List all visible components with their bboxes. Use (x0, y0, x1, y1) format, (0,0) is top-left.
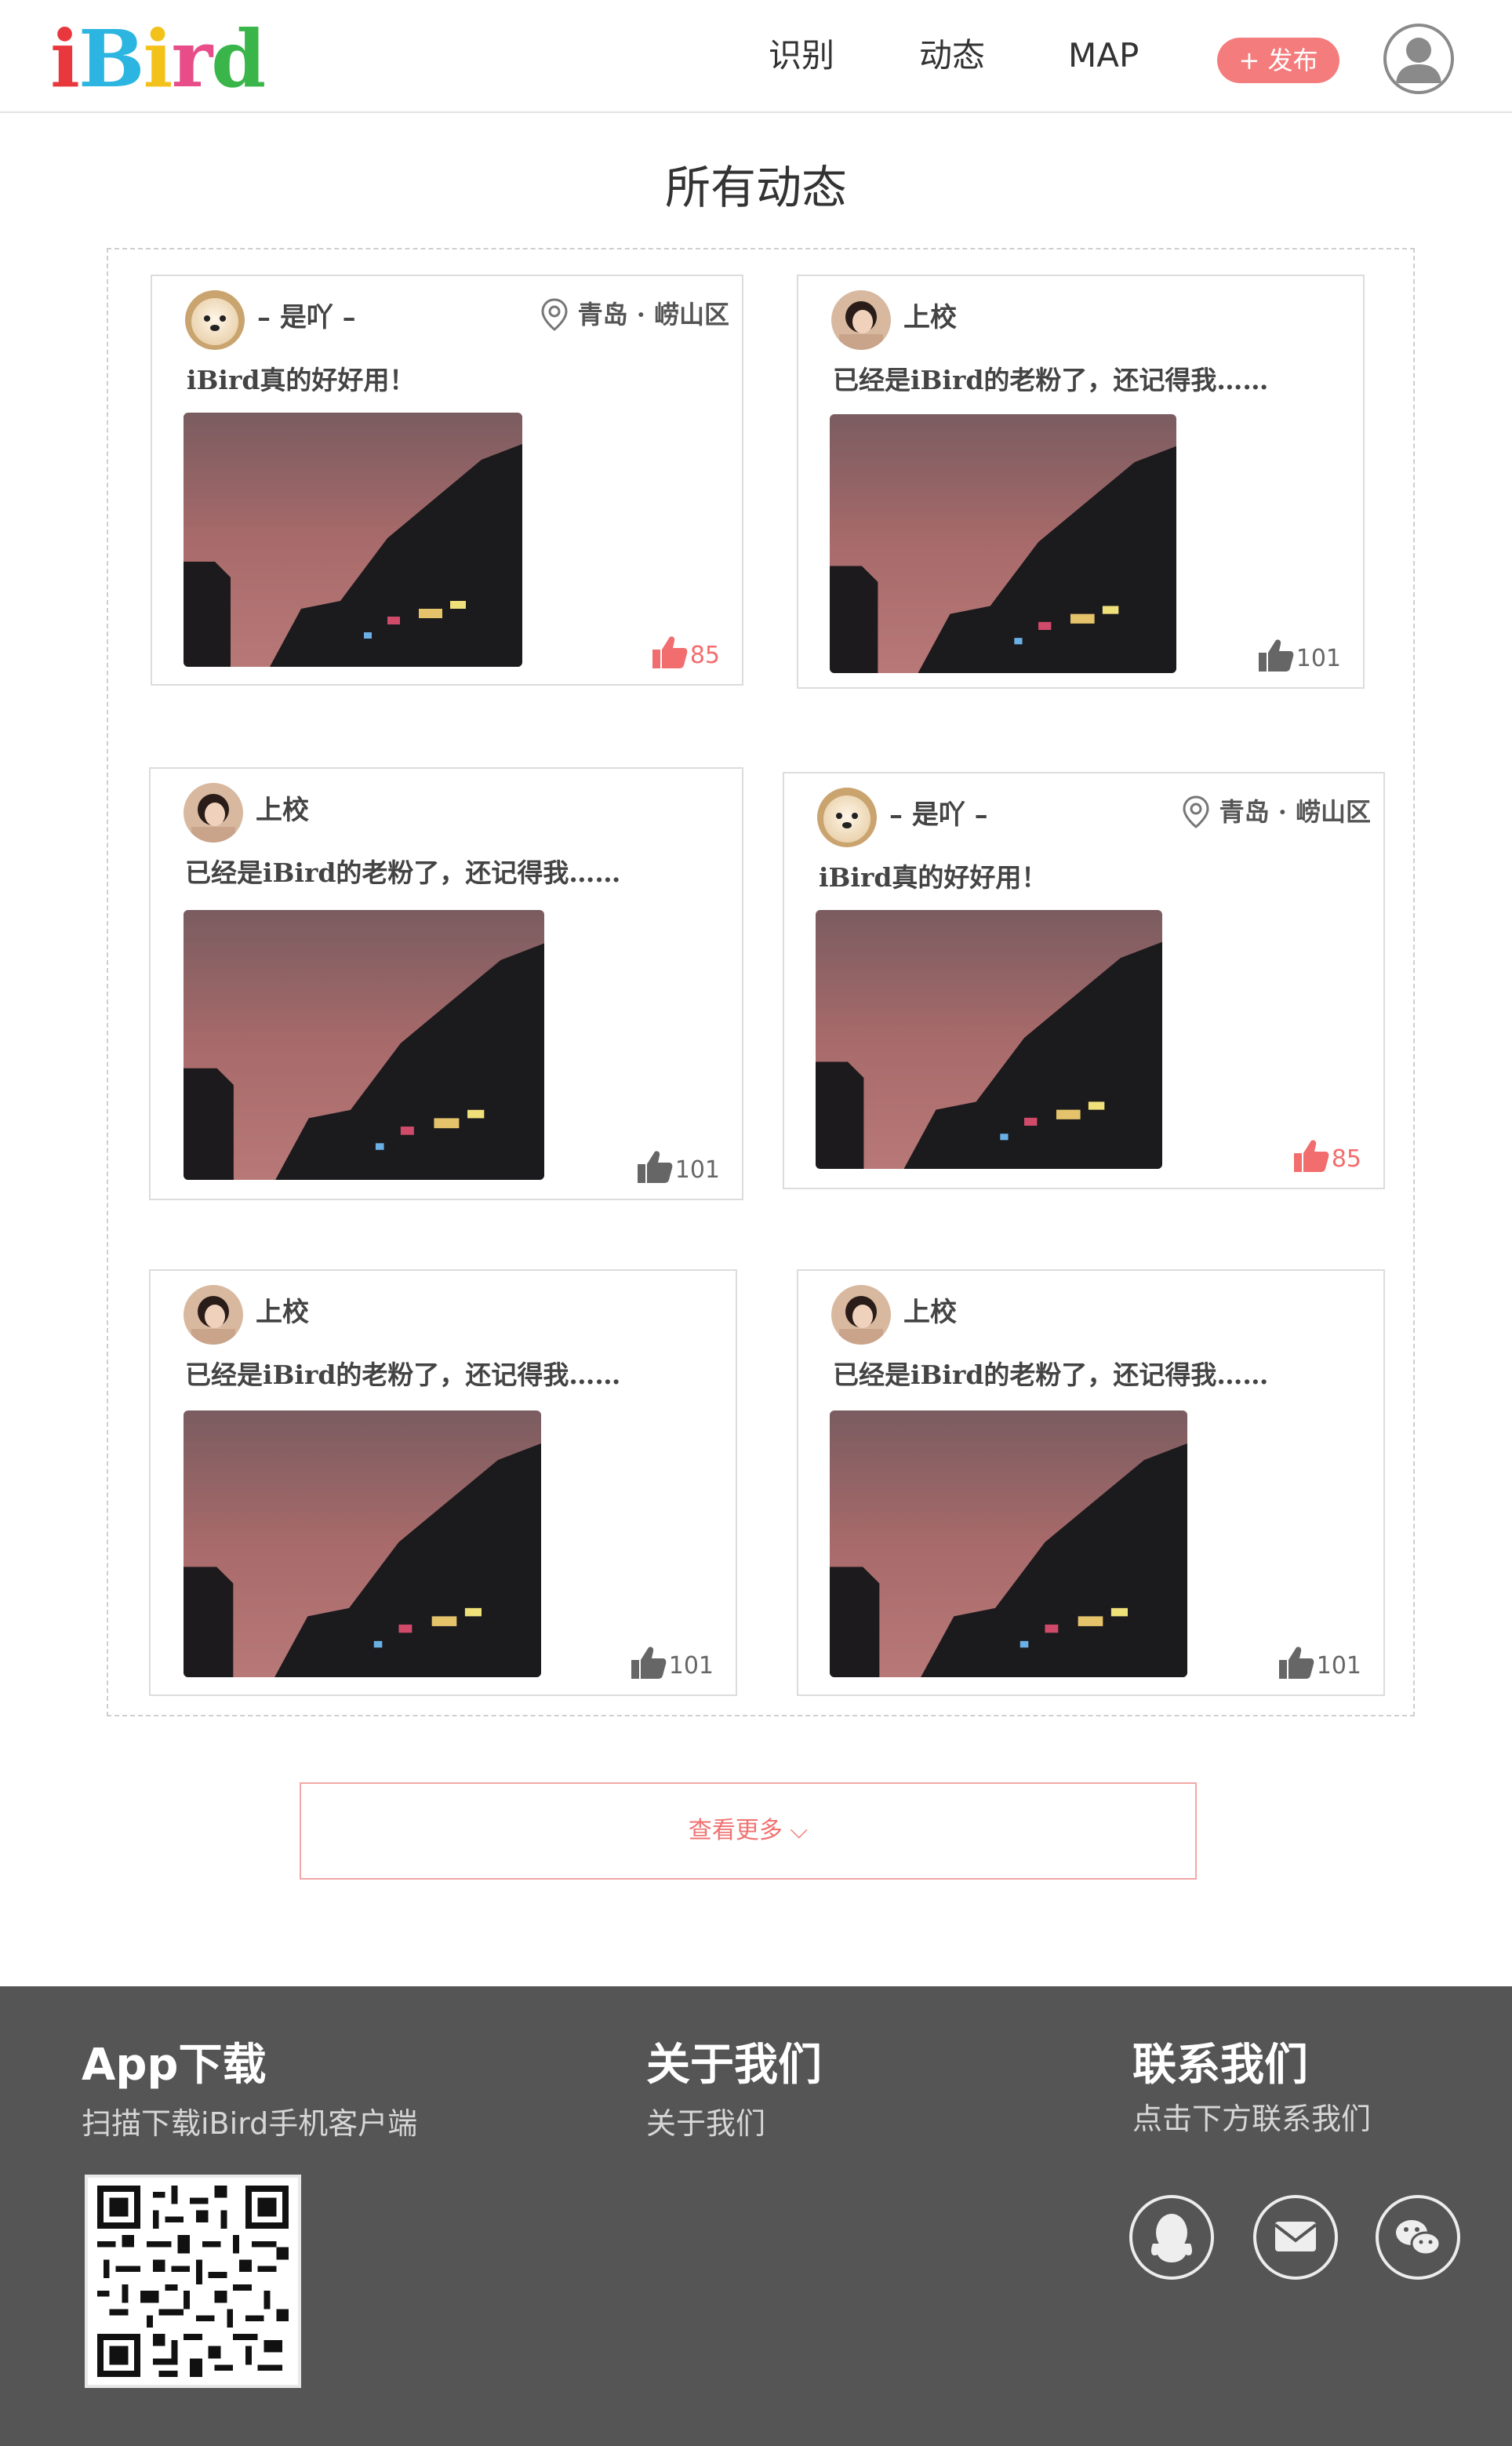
girl-avatar-image (184, 783, 243, 843)
sunset-building-photo (184, 910, 544, 1180)
avatar[interactable] (184, 1285, 243, 1345)
feed-card[interactable]: 上校 已经是iBird的老粉了，还记得我…… 101 (797, 275, 1365, 689)
post-photo[interactable] (816, 910, 1162, 1169)
like-count[interactable]: 101 (1257, 637, 1341, 673)
load-more-button[interactable]: 查看更多 ⌵ (300, 1782, 1197, 1880)
location-text: 青岛 · 崂山区 (577, 300, 729, 329)
user-name[interactable]: 上校 (903, 1294, 957, 1330)
girl-avatar-image (831, 290, 891, 350)
dog-avatar-image (817, 788, 877, 847)
mail-button[interactable] (1253, 2195, 1338, 2280)
thumbs-up-icon (631, 1647, 667, 1679)
location-text: 青岛 · 崂山区 (1219, 797, 1371, 827)
like-count[interactable]: 101 (1278, 1644, 1361, 1680)
location: 青岛 · 崂山区 (539, 297, 729, 333)
like-number: 85 (1331, 1145, 1361, 1173)
sunset-building-photo (184, 1410, 541, 1677)
post-text: 已经是iBird的老粉了，还记得我…… (833, 365, 1269, 395)
logo-letter: i (50, 13, 80, 105)
feed-card[interactable]: – 是吖 – 青岛 · 崂山区 iBird真的好好用！ 85 (783, 772, 1385, 1189)
like-number: 101 (1296, 645, 1341, 672)
about-link[interactable]: 关于我们 (646, 2104, 765, 2143)
nav-map[interactable]: MAP (1068, 36, 1139, 75)
nav-identify[interactable]: 识别 (769, 36, 834, 75)
mail-icon (1274, 2222, 1318, 2251)
qr-code (85, 2175, 301, 2388)
user-icon (1396, 38, 1441, 83)
like-count[interactable]: 101 (630, 1644, 714, 1680)
sunset-building-photo (184, 413, 522, 667)
location-pin-icon (1183, 795, 1209, 828)
app-download-title: App下载 (82, 2040, 267, 2091)
qr-code-icon (97, 2186, 289, 2377)
feed-card[interactable]: – 是吖 – 青岛 · 崂山区 iBird真的好好用！ 85 (151, 275, 743, 686)
avatar[interactable] (184, 783, 243, 843)
avatar[interactable] (831, 290, 891, 350)
ibird-logo[interactable]: iBird (50, 13, 266, 105)
thumbs-up-icon (1293, 1140, 1329, 1172)
feed-card[interactable]: 上校 已经是iBird的老粉了，还记得我…… 101 (149, 767, 743, 1200)
logo-letter: B (78, 13, 145, 105)
user-name[interactable]: – 是吖 – (889, 797, 988, 833)
qq-button[interactable] (1129, 2195, 1214, 2280)
location: 青岛 · 崂山区 (1180, 794, 1371, 830)
sunset-building-photo (816, 910, 1162, 1169)
logo-letter: i (143, 13, 173, 105)
post-text: iBird真的好好用！ (819, 862, 1048, 893)
thumbs-up-icon (652, 636, 688, 668)
contact-subtitle: 点击下方联系我们 (1132, 2102, 1372, 2136)
sunset-building-photo (830, 1410, 1187, 1677)
thumbs-up-icon (637, 1151, 673, 1183)
post-text: 已经是iBird的老粉了，还记得我…… (833, 1359, 1269, 1390)
thumbs-up-icon (1278, 1647, 1314, 1679)
post-photo[interactable] (830, 414, 1176, 673)
like-number: 85 (689, 642, 720, 669)
post-text: 已经是iBird的老粉了，还记得我…… (185, 1359, 621, 1390)
publish-button[interactable]: + 发布 (1217, 38, 1339, 83)
thumbs-up-icon (1258, 639, 1294, 672)
wechat-button[interactable] (1376, 2195, 1460, 2280)
avatar[interactable] (831, 1285, 891, 1345)
like-number: 101 (674, 1156, 720, 1184)
app-download-subtitle: 扫描下载iBird手机客户端 (82, 2106, 418, 2141)
nav-feed[interactable]: 动态 (919, 36, 985, 75)
like-count[interactable]: 101 (636, 1148, 720, 1185)
page-title: 所有动态 (664, 161, 847, 214)
girl-avatar-image (184, 1285, 243, 1345)
post-photo[interactable] (184, 910, 544, 1180)
like-count[interactable]: 85 (1292, 1137, 1361, 1174)
contact-title: 联系我们 (1132, 2040, 1308, 2091)
about-title: 关于我们 (646, 2040, 822, 2091)
girl-avatar-image (831, 1285, 891, 1345)
user-name[interactable]: 上校 (256, 1294, 309, 1330)
sunset-building-photo (830, 414, 1176, 673)
like-number: 101 (668, 1652, 714, 1680)
like-count[interactable]: 85 (651, 634, 720, 670)
logo-letter: d (211, 13, 266, 105)
post-text: iBird真的好好用！ (187, 365, 416, 395)
dog-avatar-image (185, 290, 245, 350)
logo-letter: r (171, 13, 213, 105)
wechat-icon (1396, 2220, 1441, 2256)
post-text: 已经是iBird的老粉了，还记得我…… (185, 857, 621, 888)
avatar[interactable] (185, 290, 245, 350)
feed-card[interactable]: 上校 已经是iBird的老粉了，还记得我…… 101 (149, 1269, 737, 1696)
feed-card[interactable]: 上校 已经是iBird的老粉了，还记得我…… 101 (797, 1269, 1385, 1696)
post-photo[interactable] (830, 1410, 1187, 1677)
like-number: 101 (1316, 1652, 1361, 1680)
footer: App下载 扫描下载iBird手机客户端 关于我们 关于我们 联系我们 点击下方… (0, 1986, 1512, 2446)
top-header: iBird 识别 动态 MAP + 发布 (0, 0, 1512, 113)
user-name[interactable]: 上校 (256, 792, 309, 828)
avatar[interactable] (817, 788, 877, 847)
user-name[interactable]: 上校 (903, 300, 957, 336)
location-pin-icon (541, 298, 568, 331)
user-avatar-button[interactable] (1383, 24, 1454, 94)
post-photo[interactable] (184, 1410, 541, 1677)
qq-icon (1151, 2214, 1192, 2262)
user-name[interactable]: – 是吖 – (257, 300, 356, 336)
post-photo[interactable] (184, 413, 522, 667)
